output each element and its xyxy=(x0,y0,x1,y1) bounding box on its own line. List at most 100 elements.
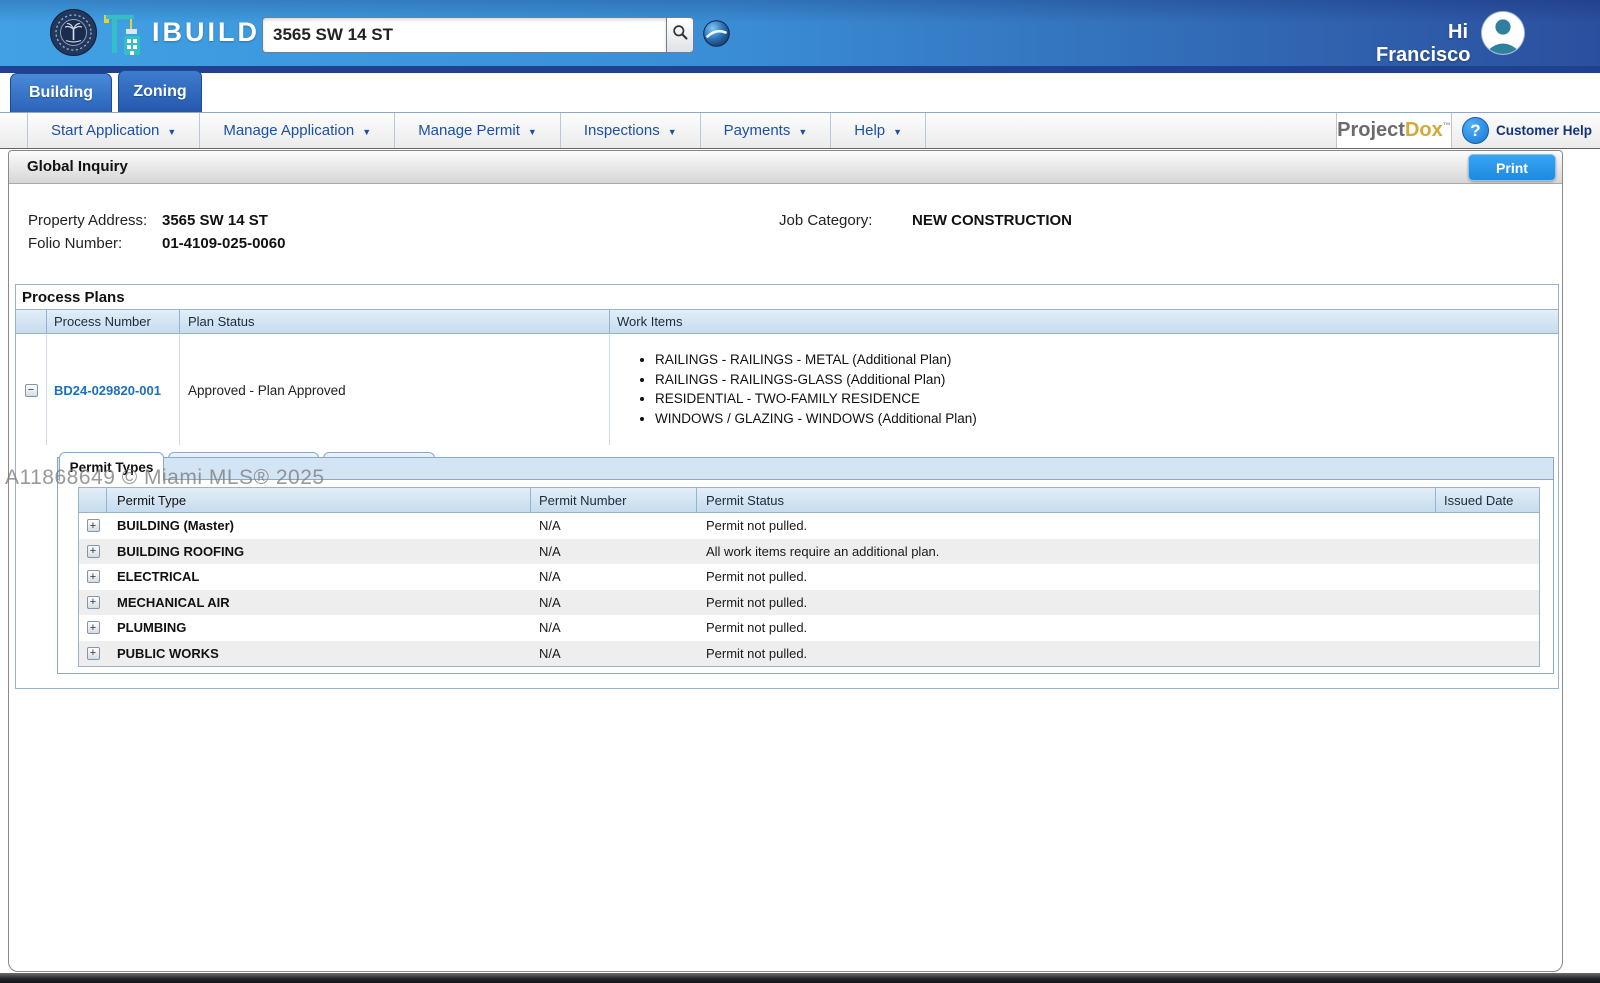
tab-building[interactable]: Building xyxy=(10,73,112,112)
work-items-list: RAILINGS - RAILINGS - METAL (Additional … xyxy=(655,350,1558,428)
permit-type: MECHANICAL AIR xyxy=(107,590,531,616)
menu-start-application[interactable]: Start Application xyxy=(27,113,200,148)
work-item: RAILINGS - RAILINGS-GLASS (Additional Pl… xyxy=(655,370,1558,390)
menu-help[interactable]: Help xyxy=(831,113,926,148)
main-menubar: Start Application Manage Application Man… xyxy=(0,112,1600,149)
permit-type: ELECTRICAL xyxy=(107,564,531,590)
issued-date xyxy=(1436,590,1539,616)
process-plans-header-row: Process Number Plan Status Work Items xyxy=(16,309,1558,334)
projectdox-gold-text: Dox xyxy=(1405,119,1443,142)
user-avatar[interactable] xyxy=(1482,12,1524,54)
search-input[interactable] xyxy=(262,17,666,53)
expand-column-header xyxy=(79,488,107,512)
expand-row-button[interactable] xyxy=(87,570,100,583)
col-work-items: Work Items xyxy=(610,310,1558,333)
col-plan-status: Plan Status xyxy=(180,310,610,333)
print-button[interactable]: Print xyxy=(1468,154,1556,181)
permit-number: N/A xyxy=(531,590,697,616)
issued-date xyxy=(1436,513,1539,539)
process-plans-title: Process Plans xyxy=(22,285,125,309)
menu-label: Help xyxy=(854,122,885,139)
job-category-label: Job Category: xyxy=(779,212,872,229)
tab-zoning[interactable]: Zoning xyxy=(118,70,202,112)
permit-type: PLUMBING xyxy=(107,615,531,641)
col-process-number: Process Number xyxy=(47,310,180,333)
permit-number: N/A xyxy=(531,641,697,667)
city-of-miami-seal-icon xyxy=(50,9,97,61)
job-category-value: NEW CONSTRUCTION xyxy=(912,212,1072,229)
col-permit-number: Permit Number xyxy=(531,488,697,512)
permit-number: N/A xyxy=(531,513,697,539)
permit-row-building-roofing: BUILDING ROOFING N/A All work items requ… xyxy=(79,539,1539,565)
projectdox-gray-text: Project xyxy=(1337,119,1405,142)
permit-row-public-works: PUBLIC WORKS N/A Permit not pulled. xyxy=(79,641,1539,667)
module-tabstrip: Building Zoning xyxy=(0,66,1600,112)
menu-manage-permit[interactable]: Manage Permit xyxy=(395,113,561,148)
chevron-down-icon xyxy=(362,127,371,137)
permit-type: PUBLIC WORKS xyxy=(107,641,531,667)
user-greeting: Hi Francisco xyxy=(1376,21,1468,67)
permit-types-table: Permit Type Permit Number Permit Status … xyxy=(78,487,1540,667)
permit-status: All work items require an additional pla… xyxy=(697,539,1436,565)
col-issued-date: Issued Date xyxy=(1436,488,1539,512)
permit-row-mechanical-air: MECHANICAL AIR N/A Permit not pulled. xyxy=(79,590,1539,616)
work-item: RAILINGS - RAILINGS - METAL (Additional … xyxy=(655,350,1558,370)
magnifier-icon xyxy=(672,24,689,46)
menu-label: Manage Permit xyxy=(418,122,520,139)
work-item: WINDOWS / GLAZING - WINDOWS (Additional … xyxy=(655,409,1558,429)
globe-icon[interactable] xyxy=(703,20,730,47)
crane-logo-icon xyxy=(104,10,150,62)
mls-watermark: A11868649 © Miami MLS® 2025 xyxy=(5,466,325,490)
customer-help-link[interactable]: ? Customer Help xyxy=(1452,113,1600,148)
expand-column-header xyxy=(16,310,47,333)
permit-number: N/A xyxy=(531,615,697,641)
customer-help-label: Customer Help xyxy=(1496,123,1592,138)
folio-number-value: 01-4109-025-0060 xyxy=(162,235,285,252)
col-permit-type: Permit Type xyxy=(107,488,531,512)
plan-status-value: Approved - Plan Approved xyxy=(180,335,610,445)
expand-row-button[interactable] xyxy=(87,545,100,558)
permit-number: N/A xyxy=(531,539,697,565)
permit-row-electrical: ELECTRICAL N/A Permit not pulled. xyxy=(79,564,1539,590)
trademark-mark: ™ xyxy=(1443,121,1451,130)
header-divider xyxy=(0,66,1600,73)
projectdox-link[interactable]: ProjectDox™ xyxy=(1336,113,1452,148)
issued-date xyxy=(1436,564,1539,590)
menu-payments[interactable]: Payments xyxy=(701,113,832,148)
menu-manage-application[interactable]: Manage Application xyxy=(200,113,395,148)
property-address-label: Property Address: xyxy=(28,212,147,229)
permit-row-building-master: BUILDING (Master) N/A Permit not pulled. xyxy=(79,513,1539,539)
permit-status: Permit not pulled. xyxy=(697,641,1436,667)
permit-status: Permit not pulled. xyxy=(697,564,1436,590)
search-button[interactable] xyxy=(666,17,694,53)
expand-row-button[interactable] xyxy=(87,596,100,609)
ibuild-brand: IBUILD xyxy=(152,17,260,48)
menu-inspections[interactable]: Inspections xyxy=(561,113,701,148)
permit-row-plumbing: PLUMBING N/A Permit not pulled. xyxy=(79,615,1539,641)
process-number-link[interactable]: BD24-029820-001 xyxy=(54,383,161,398)
col-permit-status: Permit Status xyxy=(697,488,1436,512)
question-mark-icon: ? xyxy=(1462,117,1489,144)
menu-label: Payments xyxy=(724,122,791,139)
process-plan-row: BD24-029820-001 Approved - Plan Approved… xyxy=(16,335,1558,445)
folio-number-label: Folio Number: xyxy=(28,235,122,252)
page-title: Global Inquiry xyxy=(27,158,128,175)
expand-row-button[interactable] xyxy=(87,621,100,634)
issued-date xyxy=(1436,615,1539,641)
collapse-row-button[interactable] xyxy=(25,384,38,397)
issued-date xyxy=(1436,539,1539,565)
expand-row-button[interactable] xyxy=(87,519,100,532)
permit-status: Permit not pulled. xyxy=(697,590,1436,616)
chevron-down-icon xyxy=(893,127,902,137)
bottom-edge-bar xyxy=(0,973,1600,983)
permit-number: N/A xyxy=(531,564,697,590)
permit-type: BUILDING ROOFING xyxy=(107,539,531,565)
app-header: IBUILD Hi Francisco xyxy=(0,0,1600,66)
property-address-value: 3565 SW 14 ST xyxy=(162,212,268,229)
chevron-down-icon xyxy=(528,127,537,137)
permit-status: Permit not pulled. xyxy=(697,513,1436,539)
section-header-bar: Global Inquiry Print xyxy=(9,151,1562,184)
menu-label: Start Application xyxy=(51,122,159,139)
permit-type: BUILDING (Master) xyxy=(107,513,531,539)
expand-row-button[interactable] xyxy=(87,647,100,660)
